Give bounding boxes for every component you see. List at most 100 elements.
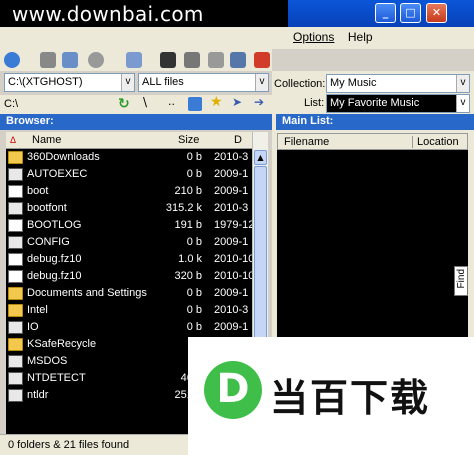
file-size: 191 b [174, 219, 202, 231]
file-name: boot [27, 185, 49, 197]
refresh-icon[interactable]: ↻ [118, 96, 130, 112]
current-path: C:\ [4, 98, 19, 110]
maximize-button[interactable]: □ [400, 3, 421, 23]
folder-icon [8, 304, 23, 317]
file-date: 2010-3 [214, 151, 249, 163]
menu-bar: Options Help [288, 27, 474, 49]
filter-select[interactable]: ALL files v [138, 73, 269, 92]
browser-header: Browser: [0, 114, 272, 130]
col-size[interactable]: Size [178, 134, 199, 146]
col-location[interactable]: Location [412, 136, 459, 148]
file-size: 0 b [186, 321, 202, 333]
file-row[interactable]: debug.fz10 1.0 k 2010-10 [6, 251, 252, 268]
file-date: 2010-10 [214, 253, 252, 265]
minimize-button[interactable]: _ [375, 3, 396, 23]
scroll-up-button[interactable]: ▲ [254, 150, 267, 165]
status-text: 0 folders & 21 files found [8, 439, 130, 451]
file-size: 0 b [186, 287, 202, 299]
file-icon [8, 236, 23, 249]
file-icon [8, 202, 23, 215]
file-row[interactable]: boot 210 b 2009-1 [6, 183, 252, 200]
file-name: CONFIG [27, 236, 70, 248]
menu-help[interactable]: Help [343, 27, 378, 47]
grid-icon[interactable] [230, 52, 246, 68]
file-size: 0 b [186, 236, 202, 248]
file-row[interactable]: CONFIG 0 b 2009-1 [6, 234, 252, 251]
file-date: 2010-3 [214, 304, 249, 316]
file-name: 360Downloads [27, 151, 100, 163]
cd-icon[interactable] [40, 52, 56, 68]
file-name: ntldr [27, 389, 49, 401]
menu-options[interactable]: Options [288, 27, 339, 47]
gear-icon[interactable] [4, 52, 20, 68]
file-name: KSafeRecycle [27, 338, 97, 350]
file-row[interactable]: BOOTLOG 191 b 1979-12 [6, 217, 252, 234]
file-row[interactable]: AUTOEXEC 0 b 2009-1 [6, 166, 252, 183]
parent-dir-icon[interactable]: .. [168, 95, 175, 108]
file-icon [8, 270, 23, 283]
file-icon [8, 168, 23, 181]
file-row[interactable]: Intel 0 b 2010-3 [6, 302, 252, 319]
close-button[interactable]: ✕ [426, 3, 447, 23]
up-folder-icon[interactable]: \ [143, 95, 147, 109]
col-filename[interactable]: Filename [284, 136, 329, 148]
list-value: My Favorite Music [330, 97, 420, 109]
file-row[interactable]: IO 0 b 2009-1 [6, 319, 252, 336]
col-date[interactable]: D [234, 134, 242, 146]
chevron-down-icon[interactable]: v [255, 74, 268, 91]
chevron-down-icon[interactable]: v [456, 75, 469, 92]
file-row[interactable]: 360Downloads 0 b 2010-3 [6, 149, 252, 166]
brand-logo: D [204, 361, 262, 419]
file-date: 2009-1 [214, 321, 249, 333]
file-name: MSDOS [27, 355, 68, 367]
file-name: AUTOEXEC [27, 168, 88, 180]
logo-letter: D [216, 366, 250, 412]
file-size: 0 b [186, 304, 202, 316]
file-date: 2009-1 [214, 168, 249, 180]
power-icon[interactable] [254, 52, 270, 68]
arrow-icon[interactable]: ➤ [232, 95, 242, 109]
file-row[interactable]: bootfont 315.2 k 2010-3 [6, 200, 252, 217]
binoculars-icon[interactable] [88, 52, 104, 68]
list-icon[interactable] [208, 52, 224, 68]
file-icon [8, 321, 23, 334]
file-name: debug.fz10 [27, 253, 82, 265]
file-row[interactable]: Documents and Settings 0 b 2009-1 [6, 285, 252, 302]
scroll-thumb[interactable] [254, 166, 267, 356]
file-size: 1.0 k [178, 253, 202, 265]
search-icon[interactable] [62, 52, 78, 68]
chevron-down-icon[interactable]: v [456, 95, 469, 112]
list-select[interactable]: My Favorite Music v [326, 94, 470, 113]
forward-icon[interactable]: ➔ [254, 95, 264, 109]
file-size: 210 b [174, 185, 202, 197]
col-name[interactable]: Name [32, 134, 61, 146]
collection-select[interactable]: My Music v [326, 74, 470, 93]
drive-select[interactable]: C:\(XTGHOST) v [4, 73, 135, 92]
file-name: Intel [27, 304, 48, 316]
file-name: IO [27, 321, 39, 333]
mainlist-header: Main List: [276, 114, 474, 130]
find-tab[interactable]: Find [454, 266, 468, 296]
file-date: 2009-1 [214, 236, 249, 248]
file-icon [8, 219, 23, 232]
brand-overlay: D 当百下载 [188, 337, 474, 455]
file-icon [8, 372, 23, 385]
collection-value: My Music [330, 77, 377, 89]
file-name: debug.fz10 [27, 270, 82, 282]
file-icon [8, 355, 23, 368]
star-icon[interactable]: ★ [210, 94, 223, 110]
watermark-banner: www.downbai.com [0, 0, 288, 27]
file-row[interactable]: debug.fz10 320 b 2010-10 [6, 268, 252, 285]
folder-icon [8, 338, 23, 351]
chevron-down-icon[interactable]: v [121, 74, 134, 91]
home-icon[interactable] [188, 97, 202, 111]
music-note-icon[interactable] [184, 52, 200, 68]
sort-indicator[interactable]: Δ [10, 135, 16, 145]
file-table-header: Δ Name Size D [6, 132, 252, 149]
file-size: 0 b [186, 168, 202, 180]
window-icon[interactable] [126, 52, 142, 68]
id3-icon[interactable] [160, 52, 176, 68]
file-size: 315.2 k [165, 202, 202, 214]
folder-icon [8, 151, 23, 164]
file-date: 2010-3 [214, 202, 249, 214]
